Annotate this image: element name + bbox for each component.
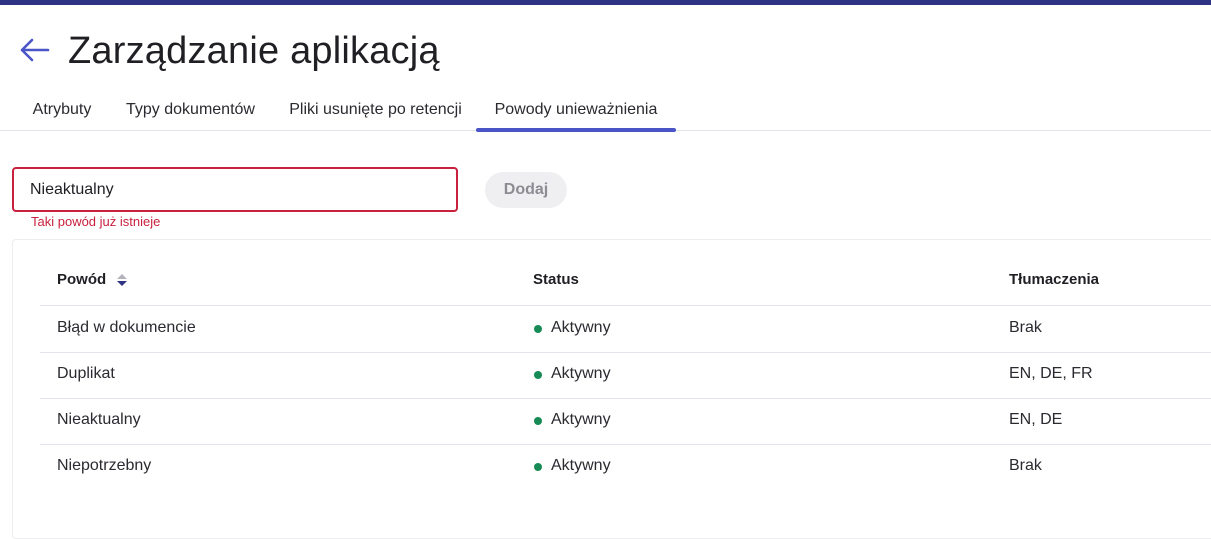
reason-cell: Niepotrzebny <box>57 457 152 474</box>
page-title: Zarządzanie aplikacją <box>68 30 440 72</box>
column-header-translations: Tłumaczenia <box>1009 271 1100 288</box>
input-error-message: Taki powód już istnieje <box>31 214 161 229</box>
back-button[interactable] <box>18 35 52 65</box>
translations-cell: Brak <box>1009 319 1042 336</box>
status-dot-icon <box>534 371 542 379</box>
add-button[interactable]: Dodaj <box>485 172 567 208</box>
reason-cell: Błąd w dokumencie <box>57 319 196 336</box>
tab-document-types[interactable]: Typy dokumentów <box>114 91 267 131</box>
sort-icon[interactable] <box>116 272 128 288</box>
reason-input[interactable] <box>12 167 458 212</box>
reason-cell: Nieaktualny <box>57 411 141 428</box>
header-divider <box>40 305 1211 306</box>
status-cell: Aktywny <box>551 319 611 336</box>
translations-cell: Brak <box>1009 457 1042 474</box>
status-dot-icon <box>534 325 542 333</box>
tab-retention-deleted-files[interactable]: Pliki usunięte po retencji <box>278 91 473 131</box>
row-divider <box>40 444 1211 445</box>
column-header-reason[interactable]: Powód <box>57 270 106 290</box>
page-header: Zarządzanie aplikacją <box>0 5 1211 91</box>
status-dot-icon <box>534 463 542 471</box>
status-cell: Aktywny <box>551 365 611 382</box>
tab-invalidation-reasons[interactable]: Powody unieważnienia <box>476 91 676 132</box>
row-divider <box>40 352 1211 353</box>
row-divider <box>40 398 1211 399</box>
tab-bar: Atrybuty Typy dokumentów Pliki usunięte … <box>0 91 1211 132</box>
tab-attributes[interactable]: Atrybuty <box>18 91 106 131</box>
translations-cell: EN, DE <box>1009 411 1063 428</box>
translations-cell: EN, DE, FR <box>1009 365 1093 382</box>
status-dot-icon <box>534 417 542 425</box>
status-cell: Aktywny <box>551 411 611 428</box>
status-cell: Aktywny <box>551 457 611 474</box>
arrow-left-icon <box>20 38 50 62</box>
column-header-status: Status <box>533 271 579 288</box>
reason-cell: Duplikat <box>57 365 115 382</box>
